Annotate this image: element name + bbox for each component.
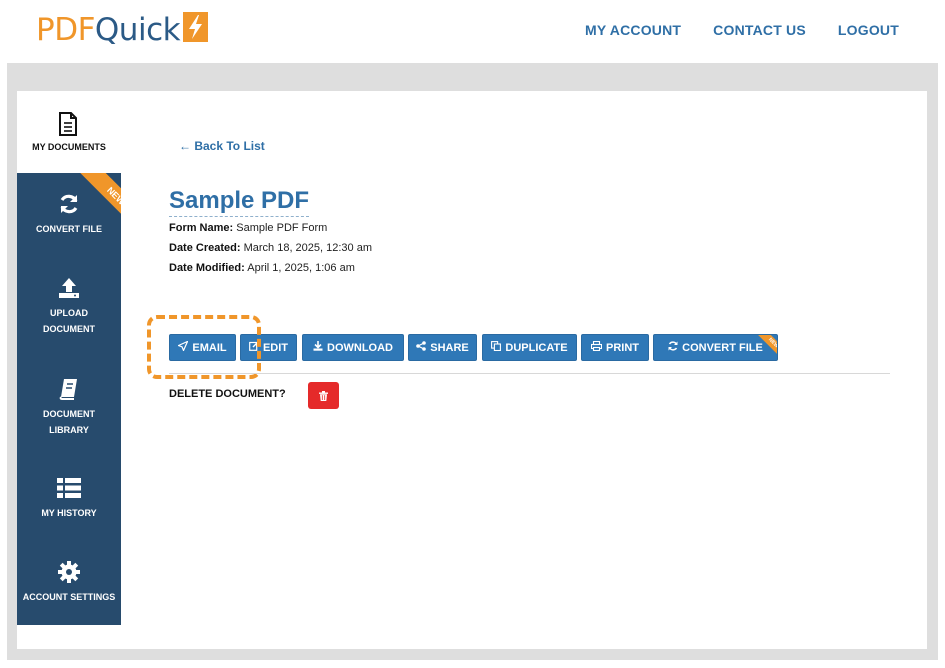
logo-pdf-text: PDF <box>36 12 95 48</box>
pdfquick-logo[interactable]: PDF Quick <box>36 10 209 50</box>
sync-icon <box>668 341 678 354</box>
sidebar-item-account-settings[interactable]: ACCOUNT SETTINGS <box>17 561 121 605</box>
list-icon <box>57 478 81 498</box>
meta-form-name: Form Name: Sample PDF Form <box>169 222 327 234</box>
lightning-bolt-icon <box>183 12 209 42</box>
nav-my-account[interactable]: MY ACCOUNT <box>585 22 681 38</box>
back-to-list-link[interactable]: ← Back To List <box>179 139 265 153</box>
meta-key: Date Modified: <box>169 262 245 274</box>
download-icon <box>313 341 323 354</box>
meta-date-modified: Date Modified: April 1, 2025, 1:06 am <box>169 262 355 274</box>
logo-quick-text: Quick <box>94 12 181 48</box>
share-button[interactable]: SHARE <box>408 334 477 361</box>
meta-date-created: Date Created: March 18, 2025, 12:30 am <box>169 242 372 254</box>
print-button[interactable]: PRINT <box>581 334 649 361</box>
print-icon <box>590 340 603 354</box>
divider <box>169 373 890 374</box>
duplicate-button[interactable]: DUPLICATE <box>482 334 577 361</box>
top-nav: MY ACCOUNT CONTACT US LOGOUT <box>585 22 899 38</box>
document-title: Sample PDF <box>169 187 310 217</box>
sidebar-item-my-documents[interactable]: MY DOCUMENTS <box>17 91 121 173</box>
convert-file-button[interactable]: CONVERT FILE NEW <box>653 334 778 361</box>
meta-value: April 1, 2025, 1:06 am <box>247 262 355 274</box>
nav-contact-us[interactable]: CONTACT US <box>713 22 806 38</box>
download-button[interactable]: DOWNLOAD <box>302 334 404 361</box>
delete-document-label: DELETE DOCUMENT? <box>169 388 286 400</box>
meta-value: Sample PDF Form <box>236 222 328 234</box>
upload-icon <box>59 278 79 298</box>
sidebar-item-my-history[interactable]: MY HISTORY <box>17 477 121 521</box>
sidebar-item-document-library[interactable]: DOCUMENT LIBRARY <box>17 378 121 438</box>
sidebar-item-label: CONVERT FILE <box>35 224 102 234</box>
new-badge: NEW <box>69 173 121 221</box>
sidebar-item-label: ACCOUNT SETTINGS <box>22 592 116 602</box>
sidebar-item-label: MY HISTORY <box>41 508 97 518</box>
sidebar-item-label: DOCUMENT LIBRARY <box>43 409 95 435</box>
book-icon <box>59 379 77 400</box>
sidebar: CONVERT FILE UPLOAD DOCUMENT DOCUMENT LIBR… <box>17 173 121 625</box>
delete-button[interactable] <box>308 382 339 409</box>
nav-logout[interactable]: LOGOUT <box>838 22 899 38</box>
document-icon <box>57 111 79 142</box>
trash-icon <box>319 390 328 401</box>
gear-icon <box>58 561 80 583</box>
new-badge: NEW <box>751 335 777 361</box>
new-badge-text: NEW <box>77 173 121 221</box>
meta-key: Date Created: <box>169 242 241 254</box>
header: PDF Quick MY ACCOUNT CONTACT US LOGOUT <box>0 0 945 63</box>
share-icon <box>416 341 427 354</box>
email-highlight-annotation <box>147 315 261 379</box>
meta-value: March 18, 2025, 12:30 am <box>243 242 373 254</box>
sidebar-item-label: MY DOCUMENTS <box>32 142 106 152</box>
sidebar-item-upload-document[interactable]: UPLOAD DOCUMENT <box>17 277 121 337</box>
meta-key: Form Name: <box>169 222 234 234</box>
sidebar-item-label: UPLOAD DOCUMENT <box>43 308 95 334</box>
copy-icon <box>491 341 502 354</box>
